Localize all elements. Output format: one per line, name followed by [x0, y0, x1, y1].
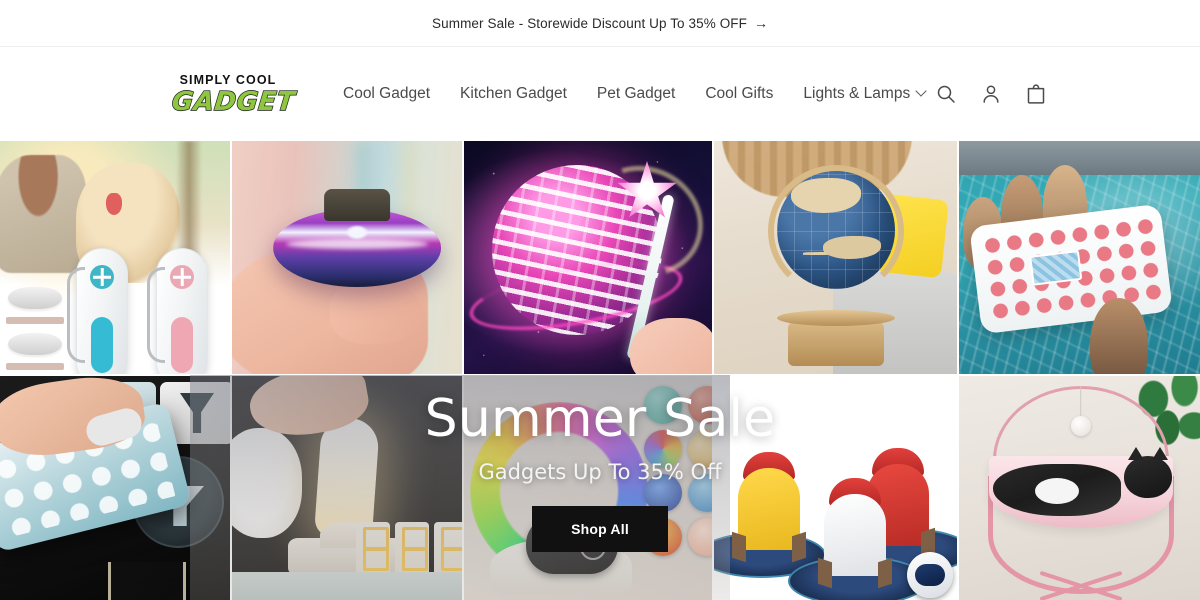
- nav-item-cool-gifts[interactable]: Cool Gifts: [705, 85, 773, 103]
- decor-rocket-body: [818, 494, 892, 589]
- decor-led-clock: [356, 522, 462, 576]
- nav-label: Kitchen Gadget: [460, 85, 567, 102]
- decor-led-digit: [395, 522, 429, 576]
- decor-bottle-blue: [67, 248, 128, 374]
- decor-led-digit: [434, 522, 462, 576]
- decor-bar: [6, 317, 64, 324]
- grid-tile-space-rocket-toys[interactable]: [714, 376, 957, 600]
- decor-hanging-ball: [1070, 416, 1091, 436]
- decor-cap: [90, 265, 114, 289]
- decor-hand: [630, 318, 712, 374]
- nav-item-lights-and-lamps[interactable]: Lights & Lamps: [803, 85, 927, 103]
- decor-globe-stand: [787, 322, 884, 366]
- logo-bottom-text: GADGET: [170, 86, 297, 117]
- site-logo[interactable]: SIMPLY COOL GADGET: [170, 72, 297, 117]
- decor-fin: [792, 531, 806, 563]
- grid-tile-pool-beer-pong-float[interactable]: [959, 141, 1200, 374]
- decor-fin: [818, 557, 832, 589]
- chevron-down-icon: [915, 85, 927, 97]
- header-icon-group: [934, 82, 1048, 106]
- decor-strap: [67, 267, 85, 363]
- grid-tile-rgb-ring-lamp[interactable]: [464, 376, 712, 600]
- announcement-text: Summer Sale - Storewide Discount Up To 3…: [432, 15, 747, 31]
- decor-rocket-yellow: [732, 452, 806, 563]
- decor-bottle-pink: [147, 248, 208, 374]
- nav-label: Cool Gadget: [343, 85, 431, 102]
- decor-person: [0, 155, 86, 273]
- decor-swatch: [688, 386, 712, 424]
- nav-label: Pet Gadget: [596, 85, 676, 102]
- arrow-right-icon: →: [753, 15, 768, 31]
- decor-button: [91, 317, 113, 373]
- decor-swatch: [644, 430, 682, 468]
- decor-swatch: [688, 430, 712, 468]
- decor-table: [232, 572, 462, 600]
- decor-cap: [170, 265, 194, 289]
- search-icon[interactable]: [934, 82, 958, 106]
- nav-label: Cool Gifts: [705, 85, 774, 102]
- decor-glass: [108, 562, 186, 600]
- decor-bowl: [8, 287, 62, 309]
- decor-fin: [878, 557, 892, 589]
- grid-tile-flying-orb-wand[interactable]: [464, 141, 712, 374]
- decor-led-digit: [356, 522, 390, 576]
- decor-cushion: [232, 428, 302, 538]
- decor-tree: [176, 141, 202, 261]
- decor-spinner-toy: [273, 209, 442, 288]
- decor-bowl: [8, 333, 62, 355]
- decor-pool-edge: [959, 141, 1200, 175]
- decor-cat-head: [1124, 447, 1172, 498]
- main-navigation: Cool Gadget Kitchen Gadget Pet Gadget Co…: [343, 85, 927, 103]
- decor-strap: [147, 267, 165, 363]
- decor-cat-body: [993, 464, 1121, 516]
- decor-ice-bin: [1029, 249, 1083, 286]
- nav-item-cool-gadget[interactable]: Cool Gadget: [343, 85, 430, 103]
- shop-all-button[interactable]: Shop All: [532, 506, 668, 552]
- nav-label: Lights & Lamps: [803, 85, 911, 102]
- decor-globe-ball: [776, 171, 895, 289]
- decor-swatch: [688, 518, 712, 556]
- nav-item-kitchen-gadget[interactable]: Kitchen Gadget: [460, 85, 567, 103]
- nav-item-pet-gadget[interactable]: Pet Gadget: [597, 85, 675, 103]
- grid-tile-ice-cube-tray[interactable]: [0, 376, 230, 600]
- grid-tile-pet-water-bottle[interactable]: [0, 141, 230, 374]
- grid-tile-cat-hammock-bed[interactable]: [959, 376, 1200, 600]
- grid-tile-wooden-globe-puzzle[interactable]: [714, 141, 957, 374]
- grid-tile-flying-spinner[interactable]: [232, 141, 462, 374]
- decor-rocket-body: [732, 468, 806, 563]
- decor-swatch: [644, 386, 682, 424]
- decor-astronaut: [907, 552, 953, 598]
- decor-fin: [732, 531, 746, 563]
- account-icon[interactable]: [979, 82, 1003, 106]
- decor-swatch: [688, 474, 712, 512]
- logo-top-text: SIMPLY COOL: [179, 72, 277, 87]
- decor-button: [171, 317, 193, 373]
- cart-icon[interactable]: [1024, 82, 1048, 106]
- announcement-bar[interactable]: Summer Sale - Storewide Discount Up To 3…: [0, 0, 1200, 47]
- grid-tile-touch-lamp-clock[interactable]: [232, 376, 462, 600]
- site-header: SIMPLY COOL GADGET Cool Gadget Kitchen G…: [0, 47, 1200, 141]
- decor-rocket-white: [818, 478, 892, 589]
- decor-bar: [6, 363, 64, 370]
